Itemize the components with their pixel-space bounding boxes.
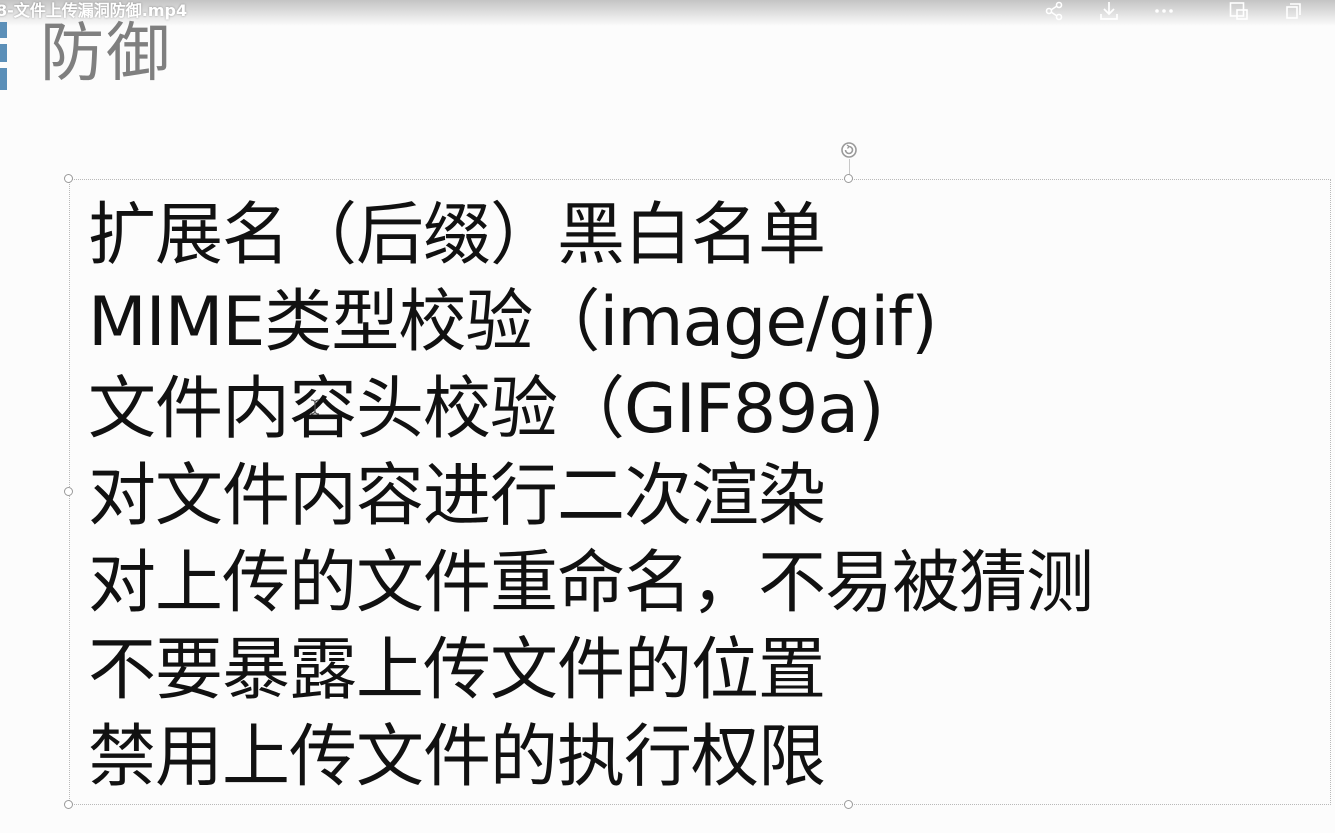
bullet-item: 不要暴露上传文件的位置: [88, 631, 826, 710]
bullet-item: 扩展名（后缀）黑白名单: [88, 196, 826, 275]
bullet-item: 对文件内容进行二次渲染: [88, 457, 826, 536]
share-icon[interactable]: [1040, 0, 1068, 22]
bullet-item: MIME类型校验（image/gif): [88, 283, 938, 362]
slide-accent-bar: [0, 22, 7, 92]
restore-icon[interactable]: [1280, 0, 1308, 22]
bullet-item: 文件内容头校验（GIF89a): [88, 370, 885, 449]
more-icon[interactable]: [1150, 0, 1178, 22]
resize-handle-left[interactable]: [64, 487, 73, 496]
resize-handle-bottom-left[interactable]: [64, 800, 73, 809]
resize-handle-top-left[interactable]: [64, 174, 73, 183]
download-icon[interactable]: [1095, 0, 1123, 22]
resize-handle-top[interactable]: [844, 174, 853, 183]
pip-icon[interactable]: [1225, 0, 1253, 22]
bullet-item: 禁用上传文件的执行权限: [88, 718, 826, 797]
slide-heading: 防御: [40, 17, 172, 91]
bullet-item: 对上传的文件重命名，不易被猜测: [88, 544, 1094, 623]
resize-handle-bottom[interactable]: [844, 800, 853, 809]
player-top-bar: 8-文件上传漏洞防御.mp4: [0, 0, 1335, 26]
text-cursor-icon: [309, 398, 321, 416]
rotate-handle-icon[interactable]: [840, 141, 858, 159]
video-frame[interactable]: 8-文件上传漏洞防御.mp4 防御 扩展名（后缀）黑白名单 MIME类型校验（i…: [0, 0, 1335, 833]
bullet-list: 扩展名（后缀）黑白名单 MIME类型校验（image/gif) 文件内容头校验（…: [88, 192, 1094, 801]
